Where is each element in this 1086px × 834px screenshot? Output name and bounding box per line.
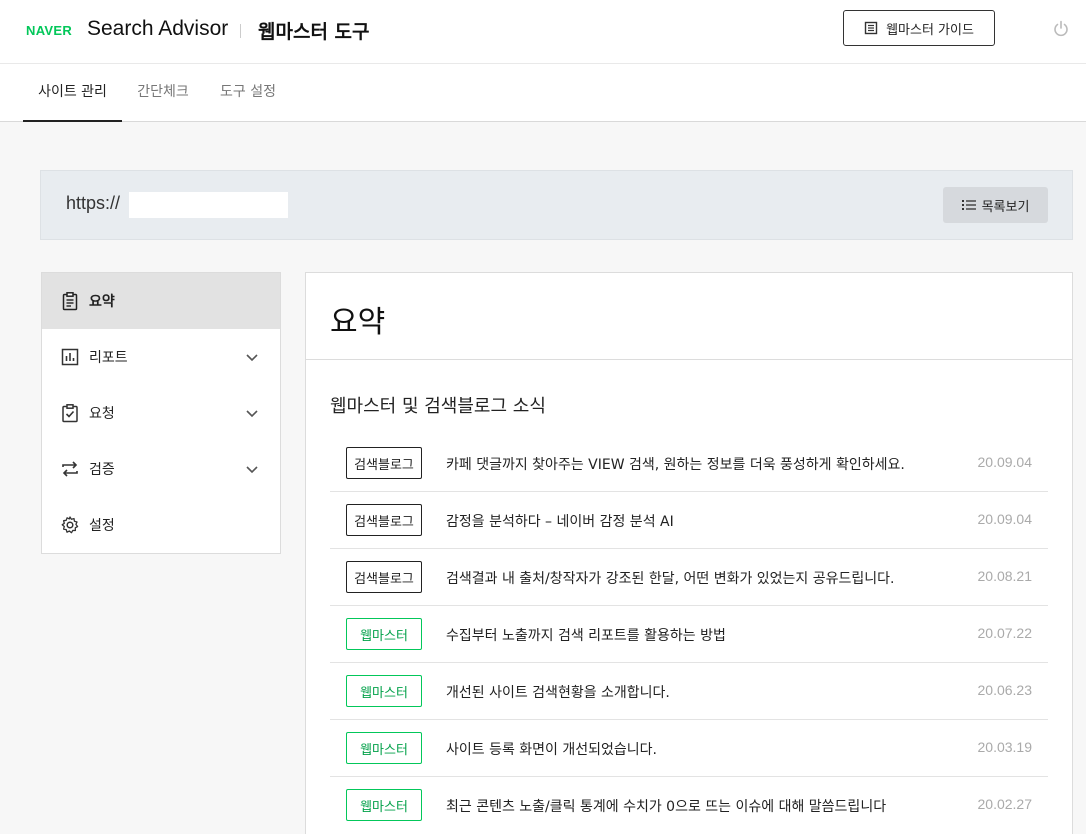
naver-logo[interactable]: NAVER [26,23,72,38]
category-badge: 웹마스터 [346,789,422,821]
swap-icon [62,461,78,477]
category-badge: 검색블로그 [346,447,422,479]
category-badge: 웹마스터 [346,675,422,707]
sidebar-item-label: 검증 [89,462,115,478]
chevron-down-icon[interactable] [245,350,259,364]
sidebar-item-settings[interactable]: 설정 [42,497,280,553]
header-divider [240,24,241,38]
webmaster-guide-button[interactable]: 웹마스터 가이드 [843,10,995,46]
sidebar-item-label: 요약 [89,294,115,310]
news-row[interactable]: 웹마스터 수집부터 노출까지 검색 리포트를 활용하는 방법 20.07.22 [330,606,1048,663]
news-title-link[interactable]: 사이트 등록 화면이 개선되었습니다. [446,739,657,759]
gear-icon [61,516,79,534]
tab-simple-check[interactable]: 간단체크 [122,65,204,122]
news-row[interactable]: 웹마스터 사이트 등록 화면이 개선되었습니다. 20.03.19 [330,720,1048,777]
sidebar-item-label: 리포트 [89,350,128,366]
news-row[interactable]: 웹마스터 최근 콘텐츠 노출/클릭 통계에 수치가 0으로 뜨는 이슈에 대해 … [330,777,1048,834]
divider [306,359,1072,360]
news-date: 20.06.23 [977,682,1033,698]
category-badge: 검색블로그 [346,561,422,593]
site-url-redacted [129,192,288,218]
sidebar-item-summary[interactable]: 요약 [42,273,280,329]
news-date: 20.09.04 [977,511,1033,527]
sidebar-item-request[interactable]: 요청 [42,385,280,441]
list-view-label: 목록보기 [981,199,1030,215]
sidebar-item-report[interactable]: 리포트 [42,329,280,385]
sidebar: 요약 리포트 요청 검증 설정 [41,272,281,554]
clipboard-icon [62,292,78,311]
power-icon[interactable] [1051,19,1071,39]
sidebar-item-label: 설정 [89,518,115,534]
sidebar-item-label: 요청 [89,406,115,422]
news-row[interactable]: 웹마스터 개선된 사이트 검색현황을 소개합니다. 20.06.23 [330,663,1048,720]
news-title-link[interactable]: 수집부터 노출까지 검색 리포트를 활용하는 방법 [446,625,726,645]
sidebar-item-verify[interactable]: 검증 [42,441,280,497]
news-date: 20.02.27 [977,796,1033,812]
tab-site-management[interactable]: 사이트 관리 [23,65,122,122]
site-url-bar: https:// 목록보기 [40,170,1073,240]
chart-icon [61,348,79,366]
category-badge: 웹마스터 [346,618,422,650]
news-date: 20.08.21 [977,568,1033,584]
list-icon [961,200,976,210]
news-title-link[interactable]: 개선된 사이트 검색현황을 소개합니다. [446,682,670,702]
news-title-link[interactable]: 감정을 분석하다 – 네이버 감정 분석 AI [446,511,674,531]
list-view-button[interactable]: 목록보기 [943,187,1048,223]
category-badge: 웹마스터 [346,732,422,764]
clipboard-check-icon [62,404,78,423]
news-row[interactable]: 검색블로그 검색결과 내 출처/창작자가 강조된 한달, 어떤 변화가 있었는지… [330,549,1048,606]
news-date: 20.07.22 [977,625,1033,641]
book-icon [864,21,878,35]
tab-tool-settings[interactable]: 도구 설정 [204,65,292,122]
news-title-link[interactable]: 검색결과 내 출처/창작자가 강조된 한달, 어떤 변화가 있었는지 공유드립니… [446,568,895,588]
site-url-prefix: https:// [66,193,121,213]
tool-title: 웹마스터 도구 [258,21,370,43]
news-row[interactable]: 검색블로그 카페 댓글까지 찾아주는 VIEW 검색, 원하는 정보를 더욱 풍… [330,435,1048,492]
page-title: 요약 [330,305,386,340]
news-date: 20.09.04 [977,454,1033,470]
header: NAVER Search Advisor 웹마스터 도구 웹마스터 가이드 [0,0,1086,64]
brand-title[interactable]: Search Advisor [87,17,228,41]
news-title-link[interactable]: 카페 댓글까지 찾아주는 VIEW 검색, 원하는 정보를 더욱 풍성하게 확인… [446,454,905,474]
news-section-title: 웹마스터 및 검색블로그 소식 [330,396,546,417]
top-navigation: NAVER Search Advisor 웹마스터 도구 웹마스터 가이드 사이… [0,0,1086,122]
guide-button-label: 웹마스터 가이드 [886,22,974,38]
news-date: 20.03.19 [977,739,1033,755]
news-row[interactable]: 검색블로그 감정을 분석하다 – 네이버 감정 분석 AI 20.09.04 [330,492,1048,549]
chevron-down-icon[interactable] [245,406,259,420]
summary-panel: 요약 웹마스터 및 검색블로그 소식 검색블로그 카페 댓글까지 찾아주는 VI… [305,272,1073,834]
chevron-down-icon[interactable] [245,462,259,476]
category-badge: 검색블로그 [346,504,422,536]
news-title-link[interactable]: 최근 콘텐츠 노출/클릭 통계에 수치가 0으로 뜨는 이슈에 대해 말씀드립니… [446,796,886,816]
